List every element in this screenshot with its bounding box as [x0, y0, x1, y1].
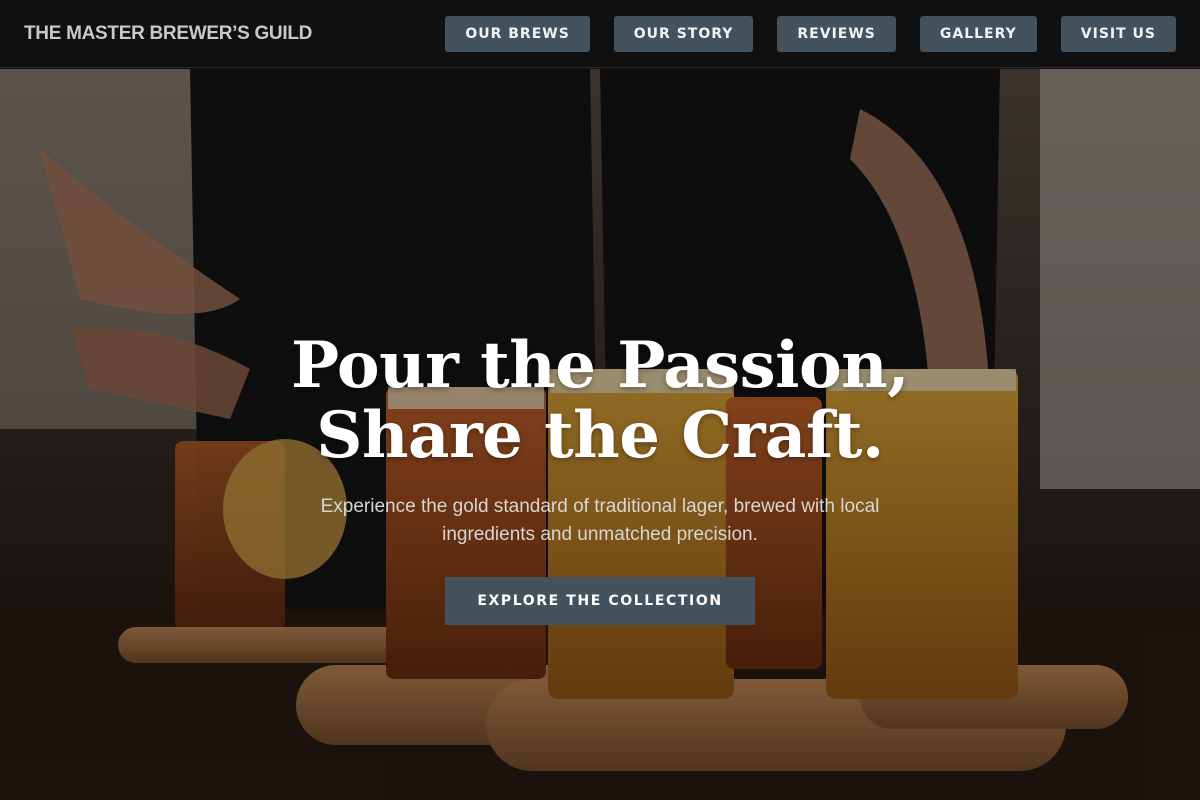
hero-subheading: Experience the gold standard of traditio… [320, 496, 880, 545]
nav-our-story-button[interactable]: OUR STORY [613, 15, 754, 52]
nav-reviews-button[interactable]: REVIEWS [777, 15, 896, 52]
hero-headline: Pour the Passion, Share the Craft. [0, 331, 1200, 471]
brand-logo-text[interactable]: THE MASTER BREWER’S GUILD [24, 23, 312, 45]
site-header: THE MASTER BREWER’S GUILD OUR BREWS OUR … [0, 0, 1200, 68]
hero-headline-line-2: Share the Craft. [316, 398, 884, 473]
main-nav: OUR BREWS OUR STORY REVIEWS GALLERY VISI… [445, 15, 1176, 52]
nav-our-brews-button[interactable]: OUR BREWS [445, 15, 590, 52]
hero-section: Pour the Passion, Share the Craft. Exper… [0, 69, 1200, 800]
nav-visit-us-button[interactable]: VISIT US [1060, 15, 1176, 52]
hero-content: Pour the Passion, Share the Craft. Exper… [0, 331, 1200, 625]
nav-gallery-button[interactable]: GALLERY [919, 15, 1037, 52]
hero-headline-line-1: Pour the Passion, [291, 328, 909, 403]
explore-collection-button[interactable]: EXPLORE THE COLLECTION [445, 577, 755, 625]
